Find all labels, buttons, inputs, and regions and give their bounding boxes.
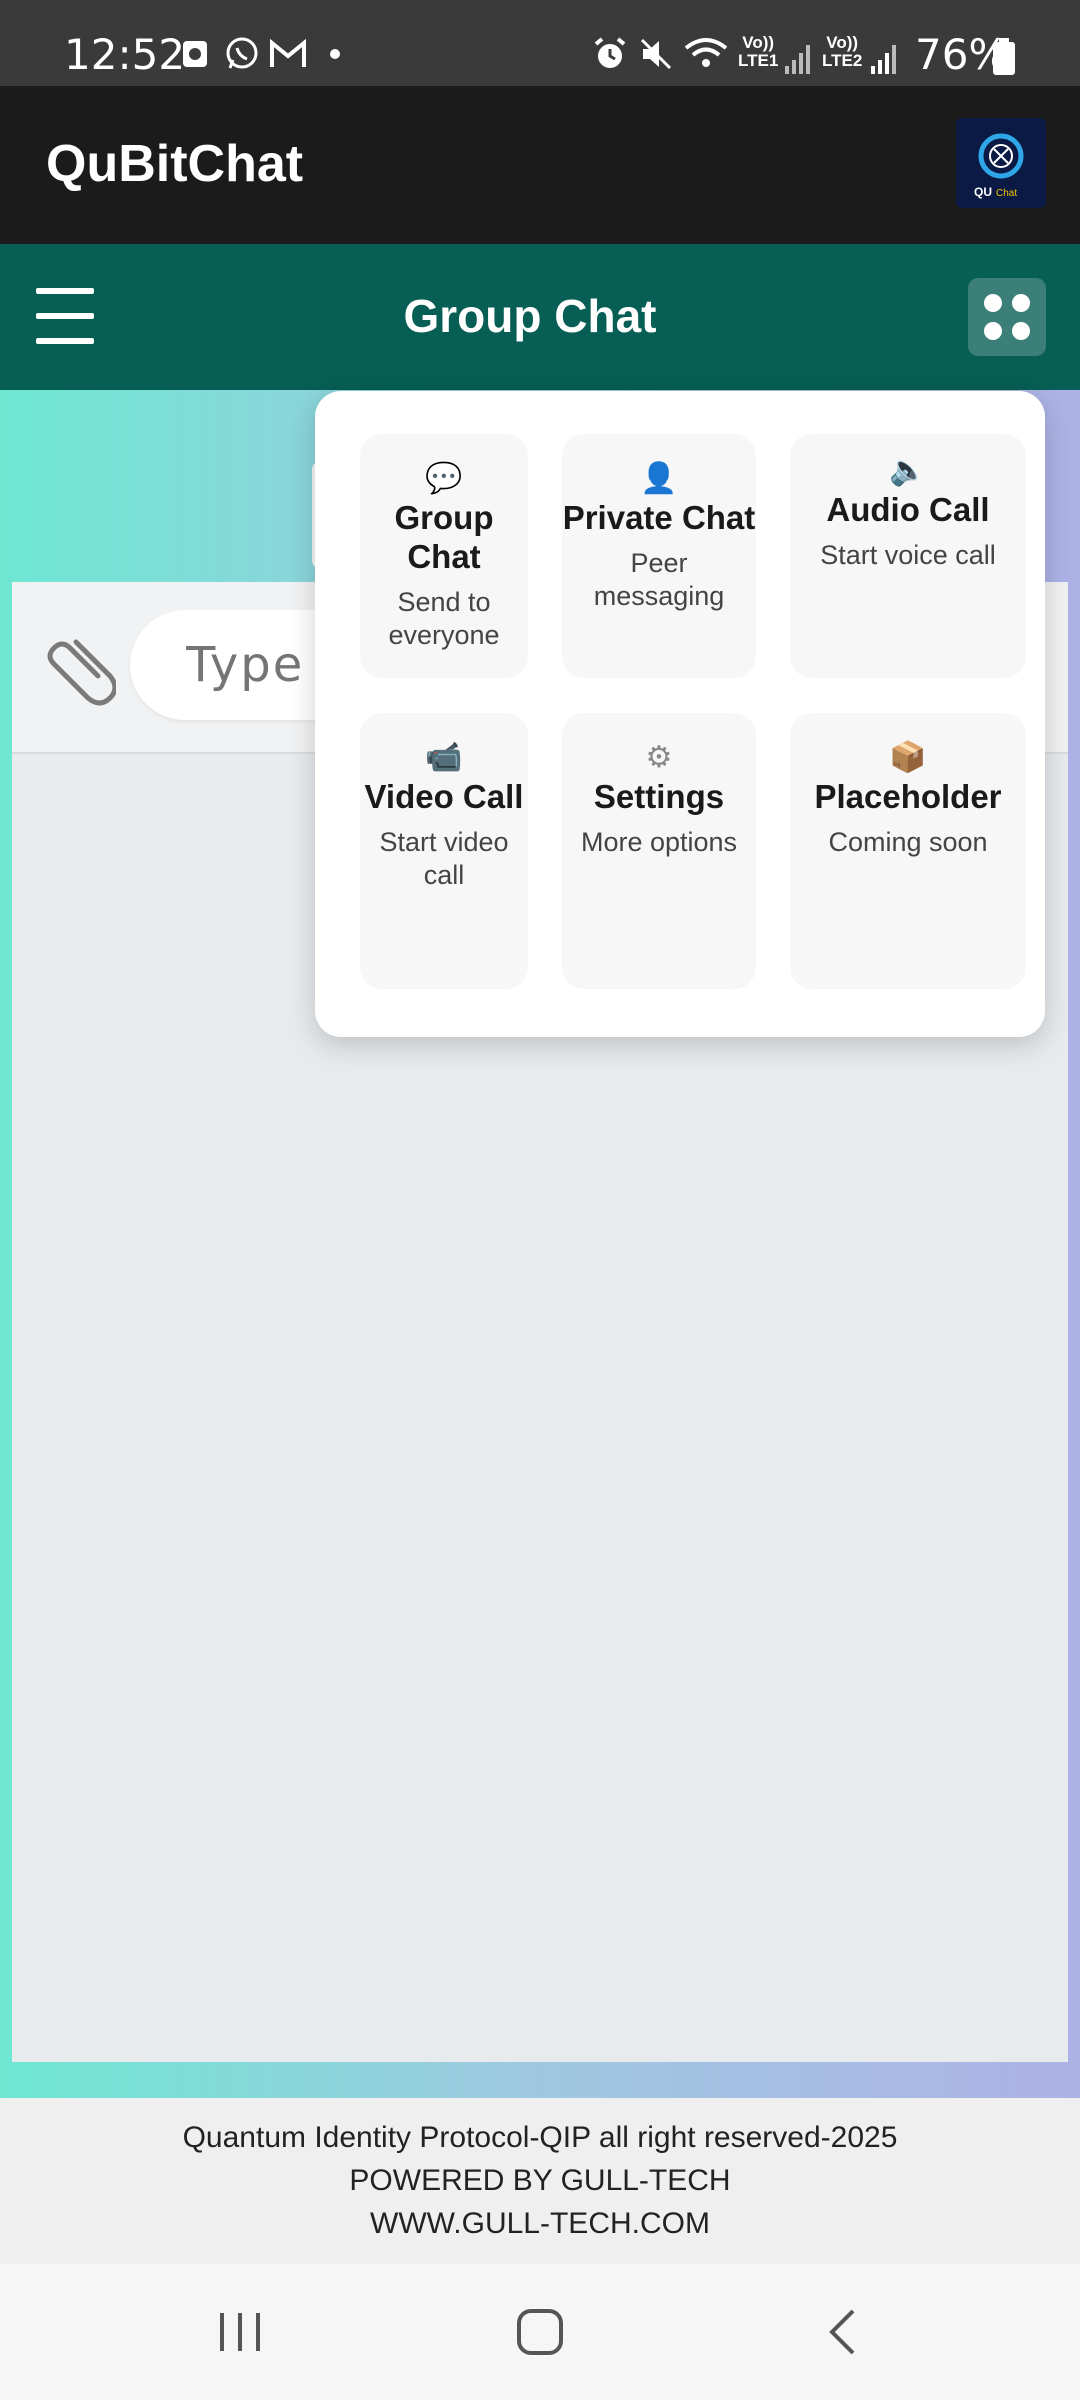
menu-item-subtitle: Peer messaging [593,548,725,611]
mute-icon [636,36,676,72]
app-logo[interactable]: QU Chat [956,118,1046,208]
menu-item-private-chat[interactable]: 👤 Private Chat Peer messaging [562,434,756,678]
footer-copyright: Quantum Identity Protocol-QIP all right … [182,2121,898,2154]
menu-item-subtitle: Start video call [379,827,509,890]
package-icon: 📦 [889,741,927,774]
lte1-indicator: Vo)) LTE1 [738,33,779,70]
app-bar: QuBitChat QU Chat [0,86,1080,244]
header-title: Group Chat [403,290,657,342]
person-icon: 👤 [640,462,678,495]
menu-item-placeholder[interactable]: 📦 Placeholder Coming soon [790,713,1026,989]
alarm-icon [590,36,630,72]
menu-item-video-call[interactable]: 📹 Video Call Start video call [360,713,528,989]
home-button[interactable] [480,2264,600,2400]
menu-item-subtitle: Start voice call [820,540,996,570]
whatsapp-icon [222,36,262,72]
menu-item-subtitle: Coming soon [828,827,988,857]
quick-actions-menu: 💬 Group Chat Send to everyone 👤 Private … [315,391,1045,1037]
footer: Quantum Identity Protocol-QIP all right … [0,2098,1080,2264]
status-time: 12:52 [64,30,186,79]
battery-icon [993,38,1015,75]
video-camera-icon: 📹 [425,741,463,774]
menu-item-title: Placeholder [814,778,1002,815]
svg-text:QU: QU [974,185,992,199]
more-notifications-dot [325,36,345,72]
menu-item-settings[interactable]: ⚙ Settings More options [562,713,756,989]
footer-powered-by: POWERED BY GULL-TECH [349,2164,731,2197]
signal-strength-1-icon [785,45,810,74]
menu-item-title: Audio Call [826,491,990,528]
menu-item-title: Private Chat [562,499,756,536]
svg-text:Chat: Chat [996,188,1017,199]
chat-header: Group Chat [0,244,1080,390]
app-title: QuBitChat [46,135,304,193]
recent-apps-button[interactable] [180,2264,300,2400]
speaker-icon: 🔈 [889,454,927,487]
menu-item-title: Settings [593,778,725,815]
menu-item-group-chat[interactable]: 💬 Group Chat Send to everyone [360,434,528,678]
screenshot-notification-icon [180,36,210,72]
signal-strength-2-icon [871,45,896,74]
wifi-icon [682,36,730,72]
gmail-icon [268,36,308,72]
menu-item-title: Video Call [364,778,524,815]
menu-item-title: Group Chat [394,499,494,575]
menu-item-subtitle: More options [580,827,738,857]
status-bar: 12:52 Vo)) LTE1 Vo)) LTE2 76% [0,0,1080,86]
gear-icon: ⚙ [645,741,673,774]
apps-grid-button[interactable] [968,278,1046,356]
paperclip-icon[interactable] [36,618,116,708]
menu-item-subtitle: Send to everyone [388,587,500,650]
footer-website: WWW.GULL-TECH.COM [370,2207,710,2240]
back-button[interactable] [782,2264,902,2400]
menu-item-audio-call[interactable]: 🔈 Audio Call Start voice call [790,434,1026,678]
lte2-indicator: Vo)) LTE2 [822,33,863,70]
speech-bubble-icon: 💬 [425,462,463,495]
system-navigation-bar [0,2264,1080,2400]
